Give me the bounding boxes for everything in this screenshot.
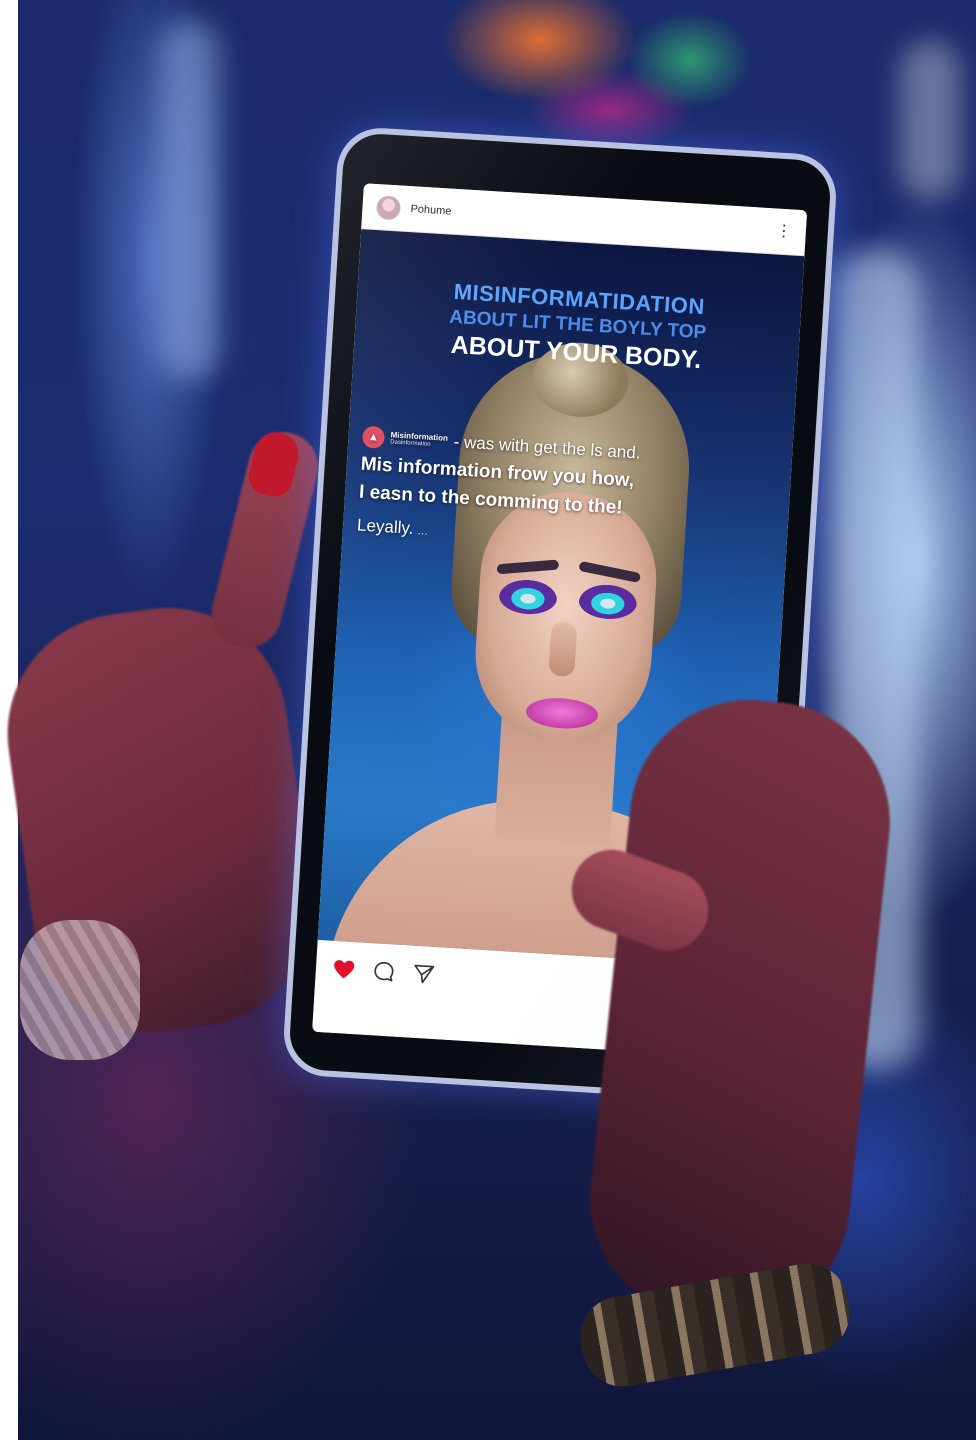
caption-account-names: Misinformation Dasinformation xyxy=(390,430,448,448)
bokeh-light xyxy=(160,20,220,380)
portrait-nose xyxy=(548,621,578,677)
bokeh-light xyxy=(900,40,960,200)
avatar[interactable] xyxy=(375,194,402,220)
background-scene: Pohume ⋮ MISINFORMATIDATION ABOUT LIT TH… xyxy=(0,0,976,1440)
overlay-caption: ▲ Misinformation Dasinformation - was wi… xyxy=(356,425,778,561)
heart-icon[interactable] xyxy=(331,957,356,982)
more-vertical-icon[interactable]: ⋮ xyxy=(775,222,792,240)
post-headline: MISINFORMATIDATION ABOUT LIT THE BOYLY T… xyxy=(354,273,802,381)
caption-account-avatar-icon[interactable]: ▲ xyxy=(361,425,386,449)
comment-icon[interactable] xyxy=(371,959,396,984)
caption-more-link[interactable]: … xyxy=(417,525,429,538)
left-bracelet xyxy=(20,920,140,1060)
post-username[interactable]: Pohume xyxy=(410,203,452,217)
caption-last-text: Leyally. xyxy=(356,515,414,538)
send-icon[interactable] xyxy=(411,962,436,987)
